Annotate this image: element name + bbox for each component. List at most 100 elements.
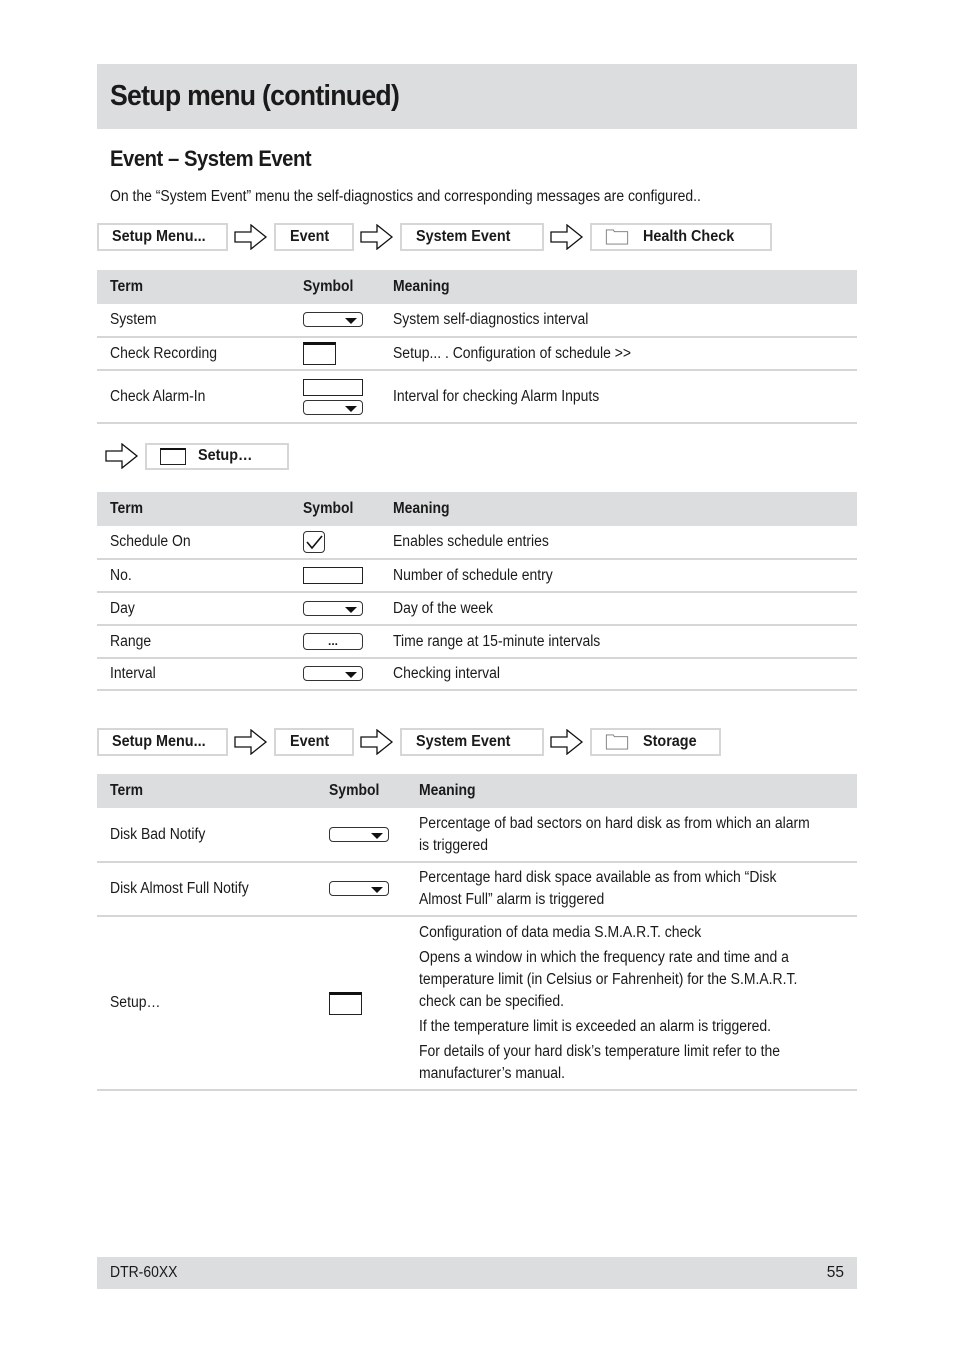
breadcrumb-storage: Setup Menu... Event System Event Storage	[97, 726, 721, 758]
crumb-setup-menu: Setup Menu...	[97, 728, 228, 756]
table-row: Disk Bad Notify Percentage of bad sector…	[97, 808, 857, 863]
crumb-storage: Storage	[590, 728, 721, 756]
text-field-icon	[303, 378, 363, 396]
symbol-cell	[290, 592, 380, 626]
meaning-cell: Time range at 15-minute intervals	[380, 625, 857, 659]
arrow-right-icon	[549, 223, 585, 251]
folder-icon	[605, 734, 629, 750]
crumb-system-event: System Event	[400, 728, 544, 756]
symbol-cell	[290, 658, 380, 691]
arrow-right-icon	[549, 728, 585, 756]
dropdown-symbol-icon	[303, 666, 363, 682]
term-cell: Schedule On	[97, 526, 290, 560]
dropdown-symbol-icon	[303, 312, 363, 328]
symbol-cell	[290, 559, 380, 593]
crumb-setup: Setup…	[145, 442, 289, 470]
folder-icon	[605, 229, 629, 245]
header-meaning: Meaning	[406, 774, 857, 808]
dropdown-symbol-icon	[303, 399, 363, 415]
table-row: Setup… Configuration of data media S.M.A…	[97, 916, 857, 1091]
symbol-cell	[316, 862, 406, 917]
table-row: System System self-diagnostics interval	[97, 304, 857, 338]
header-term: Term	[97, 270, 290, 304]
table-row: Check Alarm-In Interval for checking Ala…	[97, 370, 857, 424]
window-button-icon	[303, 342, 336, 365]
ellipsis-button-icon: ...	[303, 632, 363, 650]
term-cell: Range	[97, 625, 290, 659]
meaning-cell: Percentage of bad sectors on hard disk a…	[406, 808, 857, 863]
table-row: Schedule On Enables schedule entries	[97, 526, 857, 560]
table-row: No. Number of schedule entry	[97, 559, 857, 593]
dropdown-symbol-icon	[329, 826, 389, 842]
symbol-cell	[290, 370, 380, 424]
crumb-event: Event	[274, 223, 354, 251]
page-number: 55	[826, 1264, 844, 1281]
meaning-cell: Percentage hard disk space available as …	[406, 862, 857, 917]
dropdown-symbol-icon	[329, 881, 389, 897]
term-cell: Interval	[97, 658, 290, 691]
table-row: Check Recording Setup... . Configuration…	[97, 337, 857, 371]
checkbox-checked-icon	[303, 531, 325, 553]
header-meaning: Meaning	[380, 492, 857, 526]
window-button-icon	[329, 991, 362, 1015]
header-meaning: Meaning	[380, 270, 857, 304]
arrow-right-icon	[359, 223, 395, 251]
table-row: Interval Checking interval	[97, 658, 857, 691]
header-term: Term	[97, 492, 290, 526]
header-symbol: Symbol	[316, 774, 406, 808]
term-cell: Check Alarm-In	[97, 370, 290, 424]
term-cell: Disk Bad Notify	[97, 808, 316, 863]
intro-text: On the “System Event” menu the self-diag…	[110, 188, 701, 205]
arrow-right-icon	[233, 728, 269, 756]
crumb-system-event: System Event	[400, 223, 544, 251]
page-title: Setup menu (continued)	[110, 80, 400, 112]
window-button-icon	[160, 447, 186, 465]
breadcrumb-health-check: Setup Menu... Event System Event Health …	[97, 221, 772, 253]
health-check-table: Term Symbol Meaning System System self-d…	[97, 270, 857, 424]
table-header: Term Symbol Meaning	[97, 492, 857, 526]
table-row: Day Day of the week	[97, 592, 857, 626]
header-term: Term	[97, 774, 316, 808]
table-header: Term Symbol Meaning	[97, 270, 857, 304]
symbol-cell	[290, 304, 380, 338]
crumb-event: Event	[274, 728, 354, 756]
meaning-cell: System self-diagnostics interval	[380, 304, 857, 338]
meaning-cell: Enables schedule entries	[380, 526, 857, 560]
model-name: DTR-60XX	[110, 1264, 178, 1281]
term-cell: Day	[97, 592, 290, 626]
table-header: Term Symbol Meaning	[97, 774, 857, 808]
symbol-cell	[290, 337, 380, 371]
schedule-setup-table: Term Symbol Meaning Schedule On Enables …	[97, 492, 857, 691]
storage-table: Term Symbol Meaning Disk Bad Notify Perc…	[97, 774, 857, 1091]
header-symbol: Symbol	[290, 270, 380, 304]
breadcrumb-setup: Setup…	[104, 440, 289, 472]
table-row: Range ... Time range at 15-minute interv…	[97, 625, 857, 659]
crumb-health-check: Health Check	[590, 223, 772, 251]
arrow-right-icon	[359, 728, 395, 756]
text-field-icon	[303, 566, 363, 584]
arrow-right-icon	[104, 442, 140, 470]
meaning-cell: Interval for checking Alarm Inputs	[380, 370, 857, 424]
term-cell: Setup…	[97, 916, 316, 1091]
term-cell: Disk Almost Full Notify	[97, 862, 316, 917]
meaning-cell: Checking interval	[380, 658, 857, 691]
dropdown-symbol-icon	[303, 600, 363, 616]
meaning-cell: Setup... . Configuration of schedule >>	[380, 337, 857, 371]
symbol-cell	[290, 526, 380, 560]
table-row: Disk Almost Full Notify Percentage hard …	[97, 862, 857, 917]
term-cell: System	[97, 304, 290, 338]
symbol-cell	[316, 916, 406, 1091]
page-footer: DTR-60XX 55	[97, 1257, 857, 1289]
page-title-bar: Setup menu (continued)	[97, 64, 857, 129]
arrow-right-icon	[233, 223, 269, 251]
meaning-cell: Configuration of data media S.M.A.R.T. c…	[406, 916, 857, 1091]
term-cell: Check Recording	[97, 337, 290, 371]
meaning-cell: Number of schedule entry	[380, 559, 857, 593]
section-title: Event – System Event	[110, 146, 312, 171]
header-symbol: Symbol	[290, 492, 380, 526]
term-cell: No.	[97, 559, 290, 593]
symbol-cell: ...	[290, 625, 380, 659]
symbol-cell	[316, 808, 406, 863]
meaning-cell: Day of the week	[380, 592, 857, 626]
crumb-setup-menu: Setup Menu...	[97, 223, 228, 251]
